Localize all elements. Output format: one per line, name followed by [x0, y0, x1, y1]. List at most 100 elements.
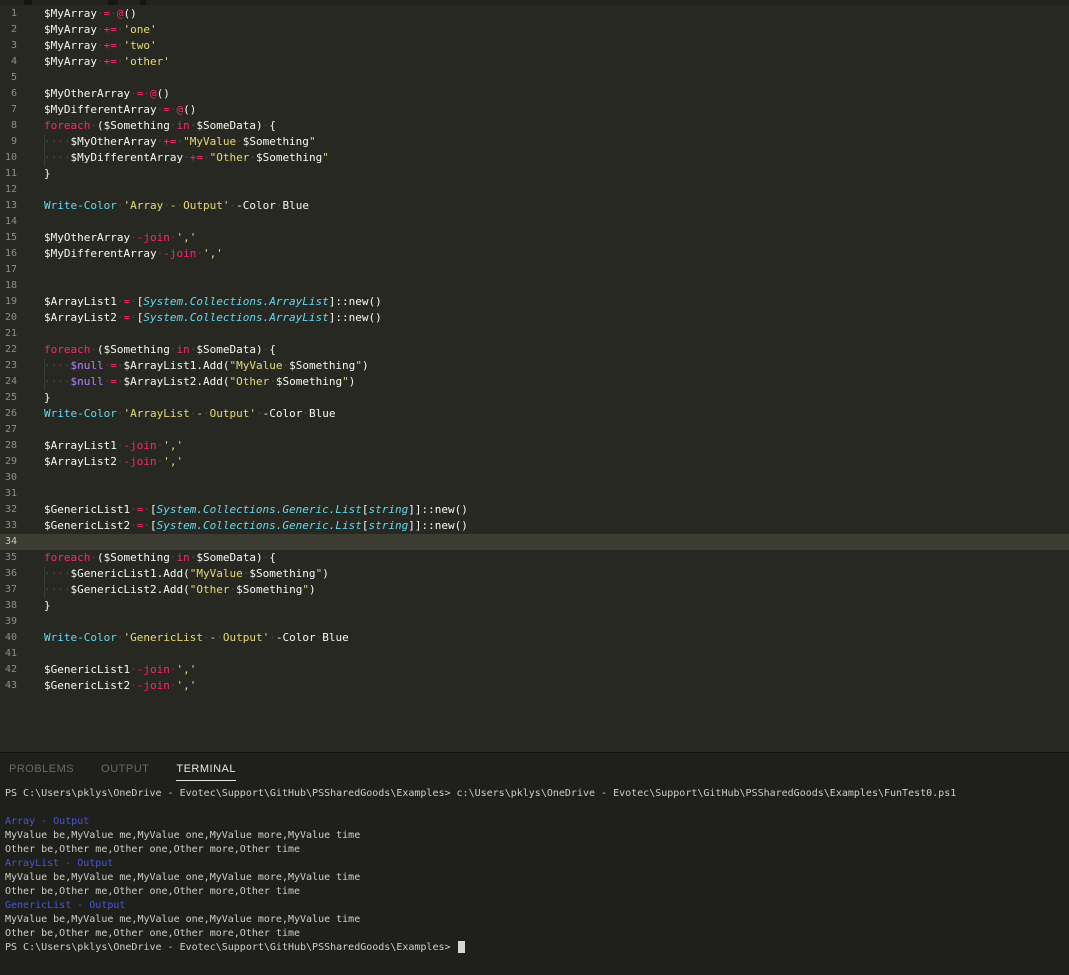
line-number[interactable]: 14	[0, 214, 44, 230]
line-number[interactable]: 9	[0, 134, 44, 150]
line-number[interactable]: 2	[0, 22, 44, 38]
code-editor[interactable]: 1$MyArray·=·@()2$MyArray·+=·'one'3$MyArr…	[0, 5, 1069, 752]
code-line[interactable]: 20$ArrayList2·=·[System.Collections.Arra…	[0, 310, 1069, 326]
code-line[interactable]: 38}	[0, 598, 1069, 614]
line-number[interactable]: 16	[0, 246, 44, 262]
code-line[interactable]: 35foreach·($Something·in·$SomeData)·{	[0, 550, 1069, 566]
code-line[interactable]: 4$MyArray·+=·'other'	[0, 54, 1069, 70]
line-number[interactable]: 28	[0, 438, 44, 454]
line-number[interactable]: 4	[0, 54, 44, 70]
tab-output[interactable]: OUTPUT	[101, 763, 149, 781]
code-text	[44, 422, 1069, 438]
code-line[interactable]: 21	[0, 326, 1069, 342]
code-line[interactable]: 34	[0, 534, 1069, 550]
code-text: $MyArray·+=·'other'	[44, 54, 1069, 70]
code-line[interactable]: 2$MyArray·+=·'one'	[0, 22, 1069, 38]
line-number[interactable]: 27	[0, 422, 44, 438]
code-line[interactable]: 26Write-Color·'ArrayList·-·Output'·-Colo…	[0, 406, 1069, 422]
code-line[interactable]: 32$GenericList1·=·[System.Collections.Ge…	[0, 502, 1069, 518]
code-line[interactable]: 24····$null·=·$ArrayList2.Add("Other·$So…	[0, 374, 1069, 390]
line-number[interactable]: 15	[0, 230, 44, 246]
line-number[interactable]: 40	[0, 630, 44, 646]
code-text: $ArrayList1·-join·','	[44, 438, 1069, 454]
line-number[interactable]: 19	[0, 294, 44, 310]
code-line[interactable]: 14	[0, 214, 1069, 230]
terminal-line: Array - Output	[5, 815, 1069, 829]
line-number[interactable]: 36	[0, 566, 44, 582]
code-line[interactable]: 29$ArrayList2·-join·','	[0, 454, 1069, 470]
line-number[interactable]: 38	[0, 598, 44, 614]
code-text	[44, 214, 1069, 230]
code-text: ····$MyOtherArray·+=·"MyValue·$Something…	[44, 134, 1069, 150]
code-line[interactable]: 23····$null·=·$ArrayList1.Add("MyValue·$…	[0, 358, 1069, 374]
line-number[interactable]: 29	[0, 454, 44, 470]
line-number[interactable]: 18	[0, 278, 44, 294]
line-number[interactable]: 1	[0, 6, 44, 22]
code-line[interactable]: 37····$GenericList2.Add("Other·$Somethin…	[0, 582, 1069, 598]
line-number[interactable]: 21	[0, 326, 44, 342]
line-number[interactable]: 41	[0, 646, 44, 662]
code-line[interactable]: 5	[0, 70, 1069, 86]
line-number[interactable]: 37	[0, 582, 44, 598]
line-number[interactable]: 12	[0, 182, 44, 198]
code-line[interactable]: 30	[0, 470, 1069, 486]
code-line[interactable]: 43$GenericList2·-join·','	[0, 678, 1069, 694]
line-number[interactable]: 42	[0, 662, 44, 678]
code-line[interactable]: 7$MyDifferentArray·=·@()	[0, 102, 1069, 118]
code-line[interactable]: 41	[0, 646, 1069, 662]
line-number[interactable]: 7	[0, 102, 44, 118]
line-number[interactable]: 35	[0, 550, 44, 566]
terminal-line: MyValue be,MyValue me,MyValue one,MyValu…	[5, 913, 1069, 927]
line-number[interactable]: 17	[0, 262, 44, 278]
line-number[interactable]: 31	[0, 486, 44, 502]
code-line[interactable]: 22foreach·($Something·in·$SomeData)·{	[0, 342, 1069, 358]
code-line[interactable]: 1$MyArray·=·@()	[0, 6, 1069, 22]
line-number[interactable]: 24	[0, 374, 44, 390]
code-line[interactable]: 33$GenericList2·=·[System.Collections.Ge…	[0, 518, 1069, 534]
code-line[interactable]: 11}	[0, 166, 1069, 182]
line-number[interactable]: 13	[0, 198, 44, 214]
line-number[interactable]: 43	[0, 678, 44, 694]
code-line[interactable]: 36····$GenericList1.Add("MyValue·$Someth…	[0, 566, 1069, 582]
line-number[interactable]: 39	[0, 614, 44, 630]
code-line[interactable]: 3$MyArray·+=·'two'	[0, 38, 1069, 54]
terminal-content[interactable]: PS C:\Users\pklys\OneDrive - Evotec\Supp…	[0, 787, 1069, 955]
code-line[interactable]: 16$MyDifferentArray·-join·','	[0, 246, 1069, 262]
code-line[interactable]: 8foreach·($Something·in·$SomeData)·{	[0, 118, 1069, 134]
code-line[interactable]: 6$MyOtherArray·=·@()	[0, 86, 1069, 102]
line-number[interactable]: 34	[0, 534, 44, 550]
line-number[interactable]: 26	[0, 406, 44, 422]
code-line[interactable]: 31	[0, 486, 1069, 502]
line-number[interactable]: 3	[0, 38, 44, 54]
code-line[interactable]: 17	[0, 262, 1069, 278]
code-line[interactable]: 28$ArrayList1·-join·','	[0, 438, 1069, 454]
line-number[interactable]: 11	[0, 166, 44, 182]
code-text: }	[44, 166, 1069, 182]
line-number[interactable]: 8	[0, 118, 44, 134]
line-number[interactable]: 25	[0, 390, 44, 406]
code-line[interactable]: 15$MyOtherArray·-join·','	[0, 230, 1069, 246]
code-line[interactable]: 40Write-Color·'GenericList·-·Output'·-Co…	[0, 630, 1069, 646]
tab-terminal[interactable]: TERMINAL	[176, 763, 236, 781]
line-number[interactable]: 33	[0, 518, 44, 534]
line-number[interactable]: 23	[0, 358, 44, 374]
code-line[interactable]: 10····$MyDifferentArray·+=·"Other·$Somet…	[0, 150, 1069, 166]
line-number[interactable]: 6	[0, 86, 44, 102]
tab-problems[interactable]: PROBLEMS	[9, 763, 74, 781]
code-line[interactable]: 27	[0, 422, 1069, 438]
line-number[interactable]: 5	[0, 70, 44, 86]
line-number[interactable]: 10	[0, 150, 44, 166]
code-line[interactable]: 18	[0, 278, 1069, 294]
code-line[interactable]: 39	[0, 614, 1069, 630]
code-text: ····$MyDifferentArray·+=·"Other·$Somethi…	[44, 150, 1069, 166]
code-line[interactable]: 42$GenericList1·-join·','	[0, 662, 1069, 678]
line-number[interactable]: 20	[0, 310, 44, 326]
code-line[interactable]: 9····$MyOtherArray·+=·"MyValue·$Somethin…	[0, 134, 1069, 150]
line-number[interactable]: 30	[0, 470, 44, 486]
code-line[interactable]: 19$ArrayList1·=·[System.Collections.Arra…	[0, 294, 1069, 310]
code-line[interactable]: 12	[0, 182, 1069, 198]
line-number[interactable]: 22	[0, 342, 44, 358]
code-line[interactable]: 13Write-Color·'Array·-·Output'·-Color·Bl…	[0, 198, 1069, 214]
code-line[interactable]: 25}	[0, 390, 1069, 406]
line-number[interactable]: 32	[0, 502, 44, 518]
